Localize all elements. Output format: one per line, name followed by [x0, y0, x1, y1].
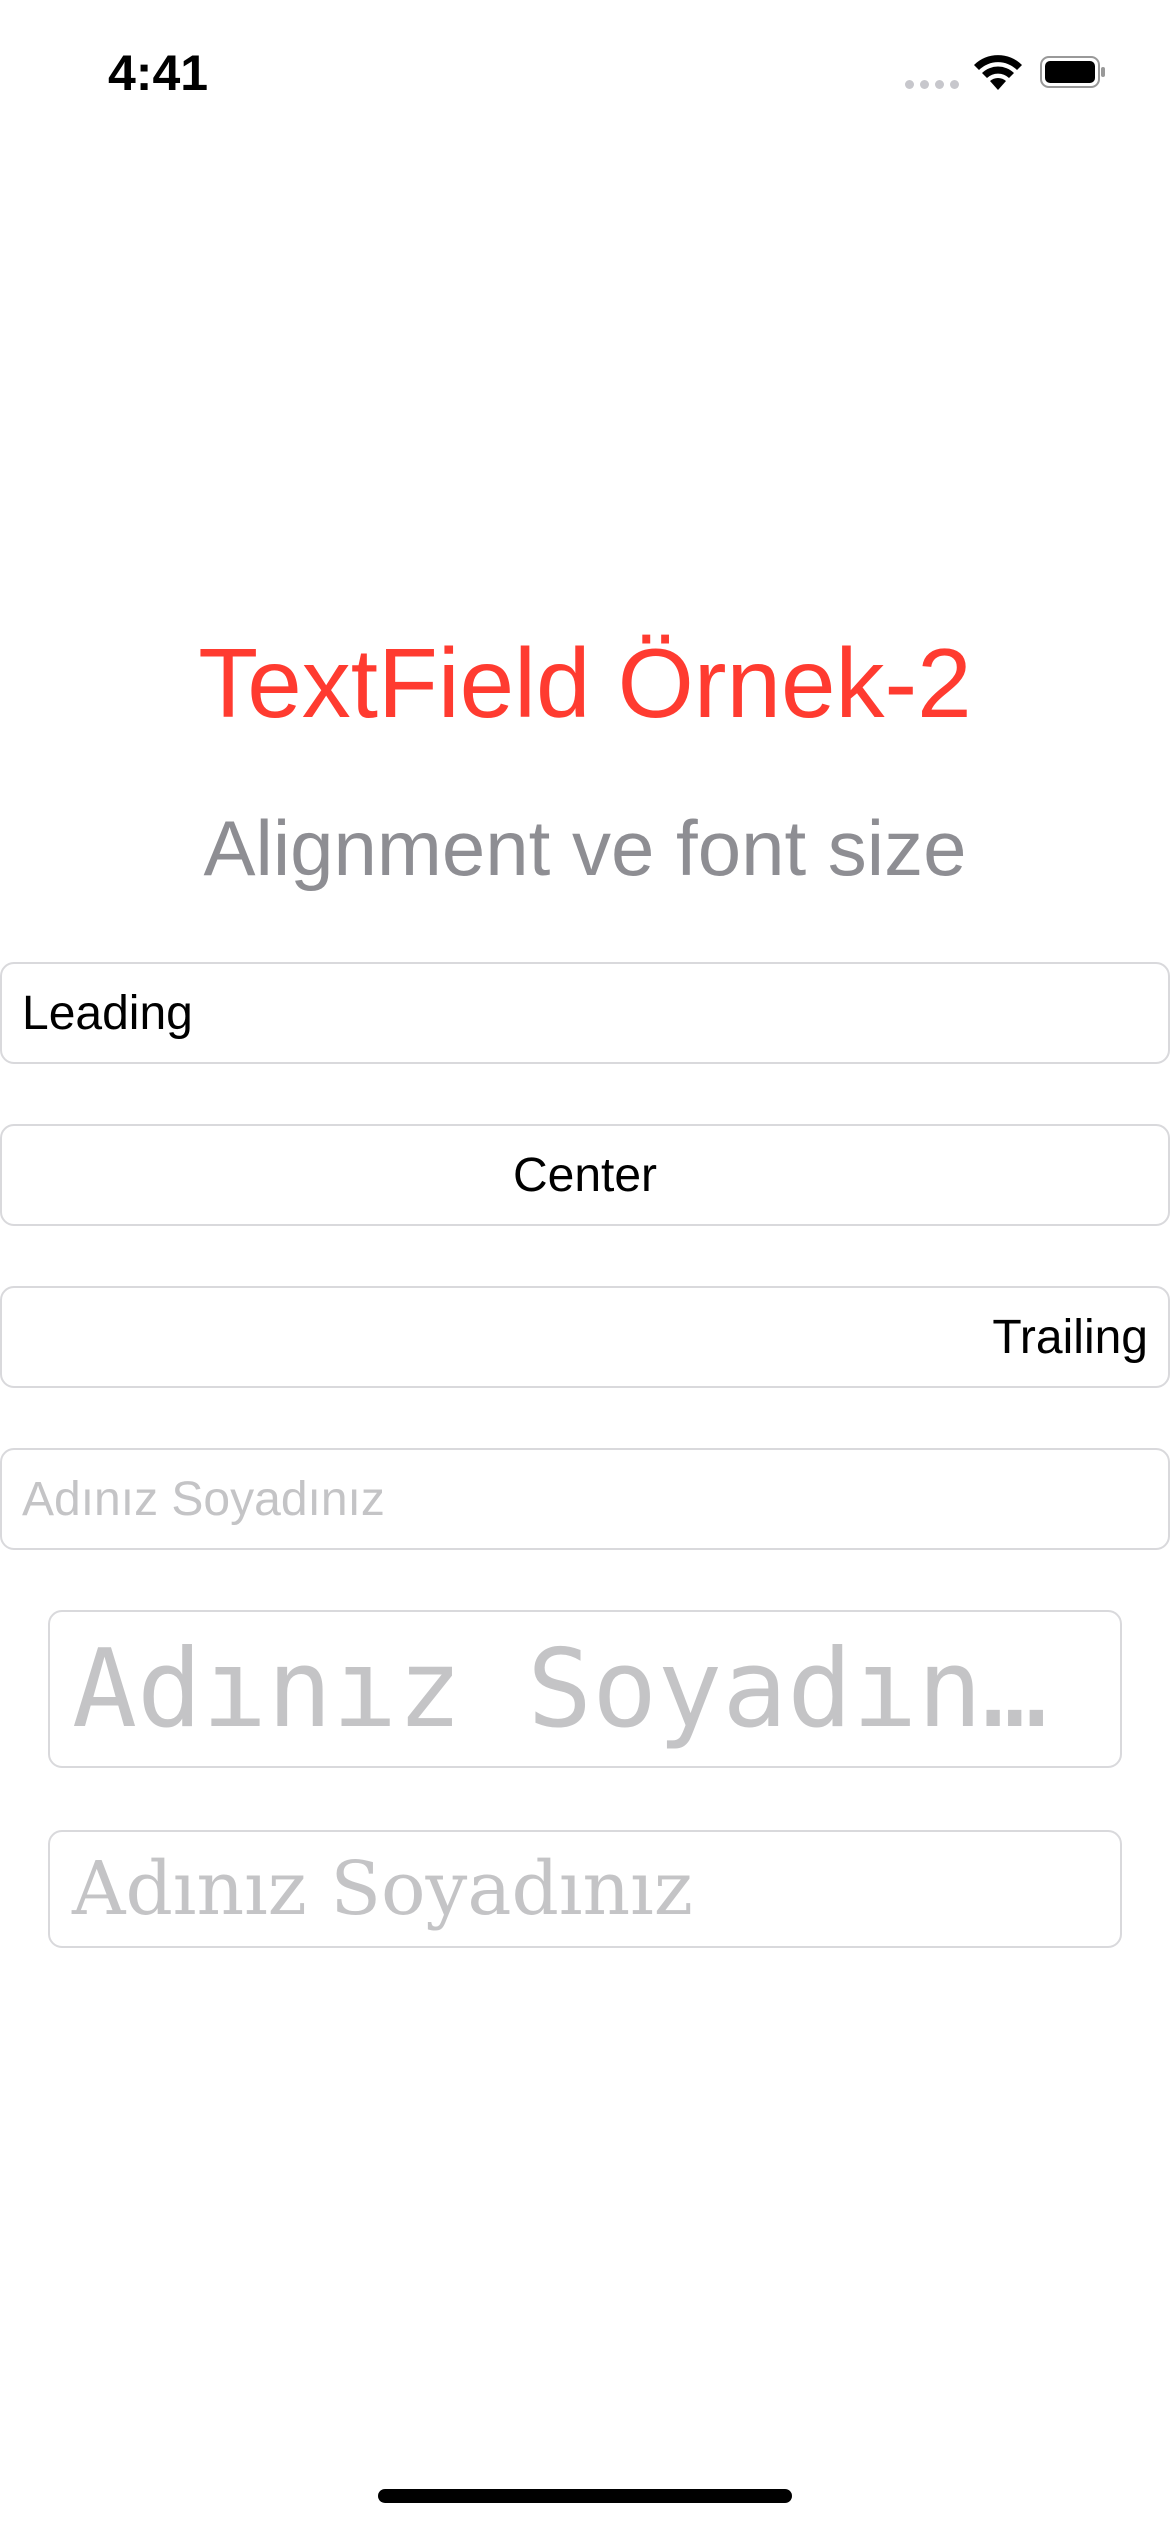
- home-indicator[interactable]: [378, 2489, 792, 2503]
- wifi-icon: [972, 54, 1024, 97]
- status-time: 4:41: [108, 45, 209, 101]
- name-text-field[interactable]: Adınız Soyadınız: [0, 1448, 1170, 1550]
- name-monospace-text-field[interactable]: Adınız Soyadın…: [48, 1610, 1122, 1768]
- name-serif-text-field[interactable]: Adınız Soyadınız: [48, 1830, 1122, 1948]
- cellular-signal-icon: [905, 80, 961, 94]
- center-text-field[interactable]: Center: [0, 1124, 1170, 1226]
- trailing-text-field[interactable]: Trailing: [0, 1286, 1170, 1388]
- page-subtitle: Alignment ve font size: [203, 804, 967, 892]
- leading-text-field[interactable]: Leading: [0, 962, 1170, 1064]
- monospace-field-placeholder: Adınız Soyadın…: [72, 1626, 1048, 1752]
- battery-icon: [1040, 56, 1106, 88]
- page-title: TextField Örnek-2: [198, 628, 972, 738]
- status-bar: 4:41: [0, 0, 1170, 140]
